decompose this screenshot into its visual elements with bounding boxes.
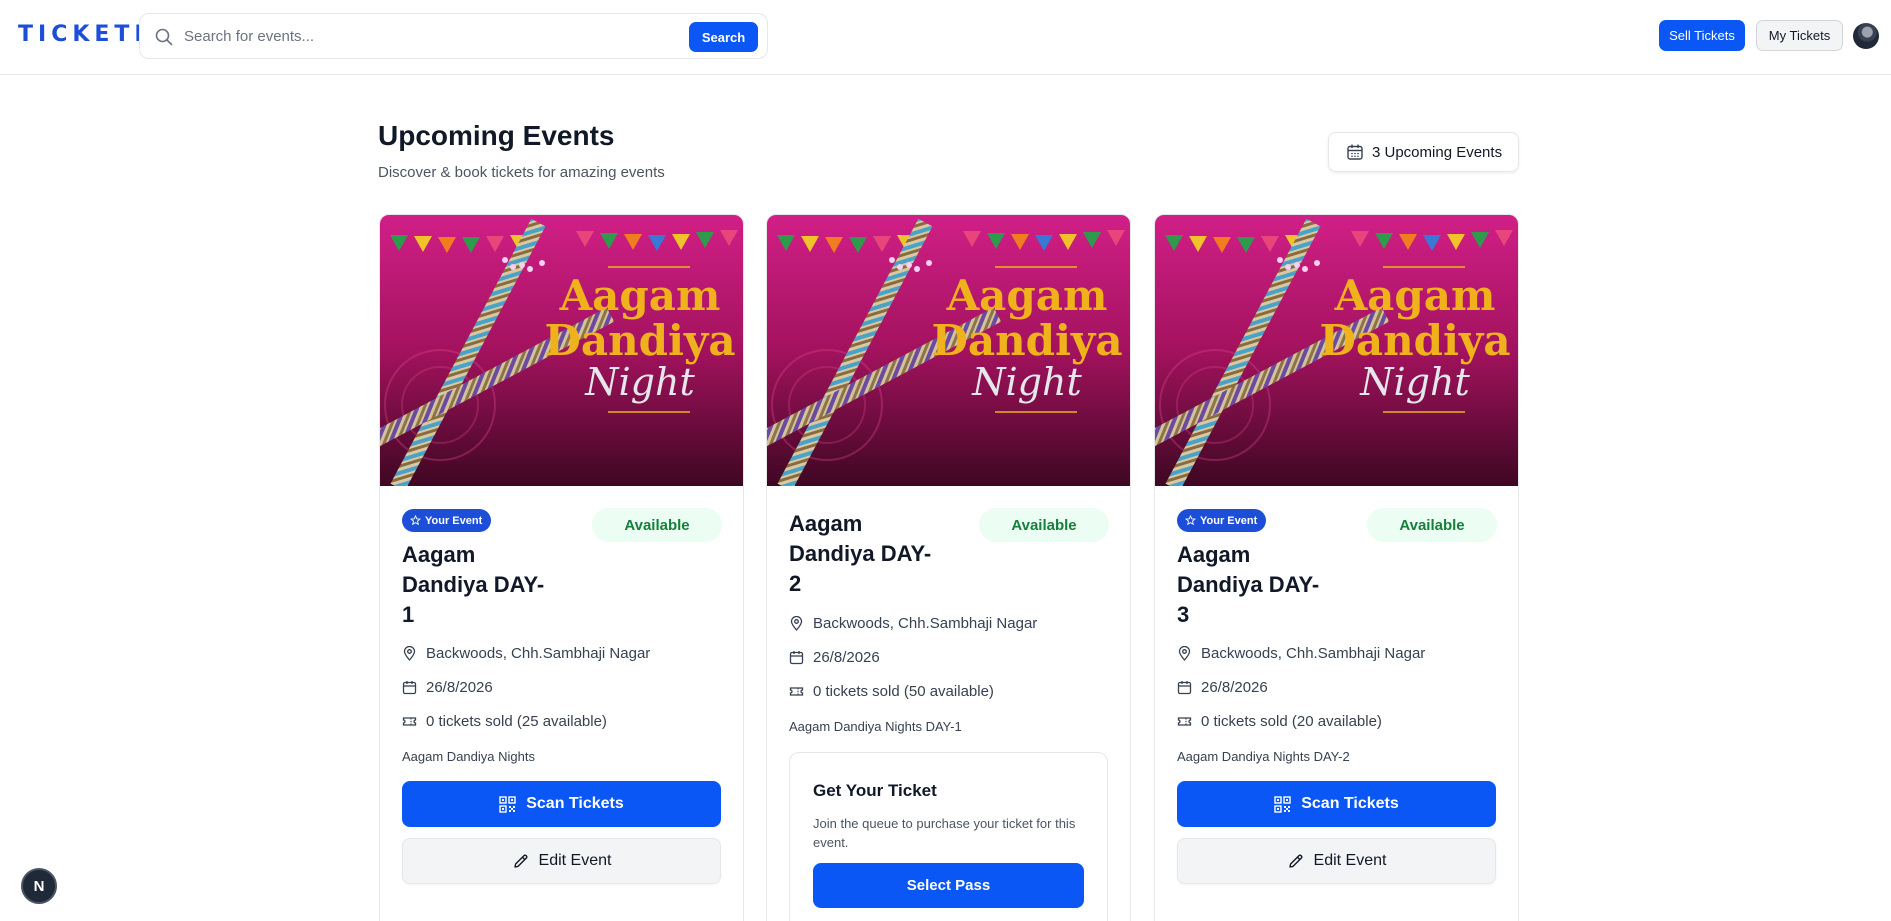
- event-tickets-sold: 0 tickets sold (20 available): [1177, 713, 1382, 730]
- qr-code-icon: [499, 795, 516, 813]
- scan-tickets-button[interactable]: Scan Tickets: [402, 781, 721, 827]
- event-location: Backwoods, Chh.Sambhaji Nagar: [402, 645, 650, 662]
- event-banner-image: Aagam Dandiya Night: [767, 215, 1130, 486]
- event-banner-image: Aagam Dandiya Night: [1155, 215, 1518, 486]
- get-ticket-text: Join the queue to purchase your ticket f…: [813, 816, 1076, 850]
- ticket-icon: [1177, 717, 1192, 726]
- edit-event-button[interactable]: Edit Event: [402, 838, 721, 884]
- top-navbar: TICKETR Search Sell Tickets My Tickets: [0, 0, 1891, 75]
- event-date: 26/8/2026: [402, 679, 493, 696]
- select-pass-button[interactable]: Select Pass: [813, 863, 1084, 908]
- ticket-icon: [402, 717, 417, 726]
- svg-text:Dandiya: Dandiya: [1319, 316, 1510, 365]
- event-tickets-sold: 0 tickets sold (50 available): [789, 683, 994, 700]
- svg-text:Aagam: Aagam: [946, 271, 1108, 320]
- svg-text:Night: Night: [584, 360, 695, 404]
- get-ticket-title: Get Your Ticket: [813, 781, 937, 800]
- search-input[interactable]: [184, 22, 644, 50]
- scan-tickets-button[interactable]: Scan Tickets: [1177, 781, 1496, 827]
- get-ticket-panel: Get Your Ticket Join the queue to purcha…: [789, 752, 1108, 921]
- availability-badge: Available: [1367, 508, 1497, 542]
- event-tickets-sold: 0 tickets sold (25 available): [402, 713, 607, 730]
- svg-text:Dandiya: Dandiya: [544, 316, 735, 365]
- qr-code-icon: [1274, 795, 1291, 813]
- page-subtitle: Discover & book tickets for amazing even…: [378, 164, 665, 181]
- event-title: Aagam Dandiya DAY- 1: [402, 542, 545, 627]
- dev-tools-badge[interactable]: N: [21, 868, 57, 904]
- availability-badge: Available: [979, 508, 1109, 542]
- svg-text:Dandiya: Dandiya: [931, 316, 1122, 365]
- pencil-icon: [513, 853, 528, 868]
- search-button[interactable]: Search: [689, 22, 758, 52]
- map-pin-icon: [403, 646, 416, 661]
- event-date: 26/8/2026: [789, 649, 880, 666]
- map-pin-icon: [790, 616, 803, 631]
- event-date: 26/8/2026: [1177, 679, 1268, 696]
- event-title: Aagam Dandiya DAY- 2: [789, 511, 932, 596]
- svg-text:Night: Night: [1359, 360, 1470, 404]
- event-location: Backwoods, Chh.Sambhaji Nagar: [1177, 645, 1425, 662]
- search-icon: [155, 28, 173, 46]
- pencil-icon: [1288, 853, 1303, 868]
- your-event-badge: Your Event: [1177, 509, 1267, 532]
- event-location: Backwoods, Chh.Sambhaji Nagar: [789, 615, 1037, 632]
- star-icon: [410, 515, 421, 526]
- ticket-icon: [789, 687, 804, 696]
- event-description: Aagam Dandiya Nights DAY-2: [1177, 749, 1350, 764]
- calendar-icon: [402, 681, 417, 695]
- calendar-icon: [789, 651, 804, 665]
- your-event-badge: Your Event: [402, 509, 492, 532]
- event-card-1[interactable]: Aagam Dandiya Night Your Event Available…: [379, 214, 744, 921]
- event-card-2[interactable]: Aagam Dandiya Night Available Aagam Dand…: [766, 214, 1131, 921]
- calendar-icon: [1347, 144, 1363, 160]
- event-title: Aagam Dandiya DAY- 3: [1177, 542, 1320, 627]
- event-description: Aagam Dandiya Nights: [402, 749, 535, 764]
- event-card-3[interactable]: Aagam Dandiya Night Your Event Available…: [1154, 214, 1519, 921]
- svg-text:Night: Night: [971, 360, 1082, 404]
- svg-text:Aagam: Aagam: [1334, 271, 1496, 320]
- upcoming-count-badge: 3 Upcoming Events: [1328, 132, 1519, 172]
- ticketr-logo[interactable]: TICKETR: [18, 22, 156, 47]
- edit-event-button[interactable]: Edit Event: [1177, 838, 1496, 884]
- page-title: Upcoming Events: [378, 120, 615, 151]
- sell-tickets-button[interactable]: Sell Tickets: [1659, 20, 1745, 51]
- upcoming-count-label: 3 Upcoming Events: [1372, 143, 1503, 161]
- my-tickets-button[interactable]: My Tickets: [1756, 20, 1843, 51]
- star-icon: [1185, 515, 1196, 526]
- svg-text:Aagam: Aagam: [559, 271, 721, 320]
- search-bar: Search: [139, 13, 768, 59]
- map-pin-icon: [1178, 646, 1191, 661]
- event-banner-image: Aagam Dandiya Night: [380, 215, 743, 486]
- event-description: Aagam Dandiya Nights DAY-1: [789, 719, 962, 734]
- calendar-icon: [1177, 681, 1192, 695]
- availability-badge: Available: [592, 508, 722, 542]
- user-avatar[interactable]: [1853, 23, 1879, 49]
